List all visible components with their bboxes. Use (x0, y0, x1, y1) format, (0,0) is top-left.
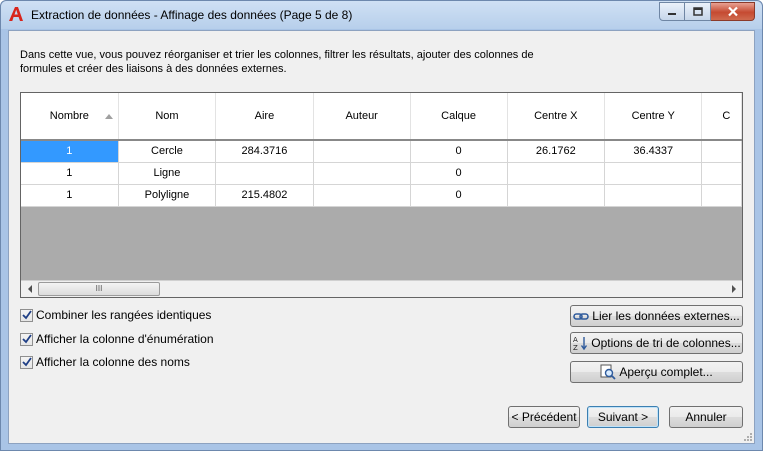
cell-layer[interactable]: 0 (410, 162, 508, 185)
column-header-centre-x[interactable]: Centre X (507, 93, 606, 141)
cell-name[interactable]: Polyligne (118, 184, 217, 207)
maximize-icon (692, 6, 703, 16)
checkbox-label: Afficher la colonne d'énumération (36, 332, 214, 346)
title-bar[interactable]: Extraction de données - Affinage des don… (1, 1, 762, 29)
header-row: Nombre Nom Aire Auteur Calque Centre X C… (21, 93, 742, 141)
dialog-body: Dans cette vue, vous pouvez réorganiser … (8, 30, 755, 444)
column-header-partial[interactable]: C (701, 93, 742, 141)
cell-author[interactable] (313, 139, 411, 163)
checkmark-icon (21, 357, 32, 367)
cancel-button[interactable]: Annuler (669, 406, 743, 428)
full-preview-button[interactable]: Aperçu complet... (570, 361, 743, 383)
checkbox-label: Afficher la colonne des noms (36, 355, 190, 369)
minimize-button[interactable] (659, 2, 685, 21)
option-show-count-column[interactable]: Afficher la colonne d'énumération (20, 331, 214, 347)
table-row[interactable]: 1 Ligne 0 (21, 162, 742, 185)
back-button[interactable]: < Précédent (508, 406, 580, 428)
link-data-icon (573, 313, 590, 320)
cell-center-y[interactable] (604, 162, 703, 185)
cell-center-x[interactable]: 26.1762 (507, 139, 606, 163)
maximize-button[interactable] (685, 2, 711, 21)
checkmark-icon (21, 334, 32, 344)
checkmark-icon (21, 310, 32, 320)
link-external-data-button[interactable]: Lier les données externes... (570, 305, 743, 327)
cell-author[interactable] (313, 162, 411, 185)
scroll-grip-icon: III (95, 284, 103, 293)
cell-extra[interactable] (701, 184, 742, 207)
cell-author[interactable] (313, 184, 411, 207)
cell-name[interactable]: Cercle (118, 139, 217, 163)
checkbox-show-count-column[interactable] (20, 332, 33, 346)
column-header-aire[interactable]: Aire (215, 93, 314, 141)
resize-grip-icon[interactable] (743, 432, 753, 442)
window-title: Extraction de données - Affinage des don… (31, 8, 353, 22)
column-header-calque[interactable]: Calque (410, 93, 508, 141)
cell-count[interactable]: 1 (21, 162, 119, 185)
page-description: Dans cette vue, vous pouvez réorganiser … (20, 49, 534, 75)
sort-az-icon: A Z (573, 336, 588, 351)
cell-area[interactable]: 215.4802 (215, 184, 314, 207)
autocad-a-icon (9, 7, 23, 21)
option-show-name-column[interactable]: Afficher la colonne des noms (20, 354, 190, 370)
horizontal-scrollbar[interactable]: III (21, 280, 742, 297)
checkbox-label: Combiner les rangées identiques (36, 308, 212, 322)
svg-text:Z: Z (573, 344, 578, 351)
scroll-thumb[interactable]: III (38, 282, 160, 296)
dialog-window: Extraction de données - Affinage des don… (0, 0, 763, 451)
table-row[interactable]: 1 Cercle 284.3716 0 26.1762 36.4337 (21, 139, 742, 163)
cell-count[interactable]: 1 (21, 139, 119, 163)
column-header-nombre[interactable]: Nombre (21, 93, 119, 141)
data-grid[interactable]: Nombre Nom Aire Auteur Calque Centre X C… (20, 92, 743, 298)
minimize-icon (668, 12, 676, 15)
svg-text:A: A (573, 336, 578, 344)
column-header-auteur[interactable]: Auteur (313, 93, 411, 141)
column-sort-options-button[interactable]: A Z Options de tri de colonnes... (570, 332, 743, 354)
window-controls (659, 2, 755, 21)
scroll-right-button[interactable] (725, 281, 742, 297)
column-header-centre-y[interactable]: Centre Y (604, 93, 703, 141)
cell-center-x[interactable] (507, 162, 606, 185)
cell-center-y[interactable] (604, 184, 703, 207)
chevron-right-icon (731, 285, 736, 293)
cell-center-y[interactable]: 36.4337 (604, 139, 703, 163)
close-button[interactable] (711, 2, 755, 21)
option-combine-rows[interactable]: Combiner les rangées identiques (20, 307, 211, 323)
cell-center-x[interactable] (507, 184, 606, 207)
next-button[interactable]: Suivant > (587, 406, 659, 428)
cell-name[interactable]: Ligne (118, 162, 217, 185)
column-header-nom[interactable]: Nom (118, 93, 217, 141)
chevron-left-icon (27, 285, 32, 293)
checkbox-show-name-column[interactable] (20, 355, 33, 369)
cell-extra[interactable] (701, 139, 742, 163)
cell-extra[interactable] (701, 162, 742, 185)
preview-magnifier-icon (600, 364, 616, 380)
cell-area[interactable]: 284.3716 (215, 139, 314, 163)
sort-ascending-icon (104, 114, 113, 119)
close-icon (727, 6, 738, 17)
scroll-left-button[interactable] (21, 281, 38, 297)
table-row[interactable]: 1 Polyligne 215.4802 0 (21, 184, 742, 207)
cell-layer[interactable]: 0 (410, 184, 508, 207)
cell-layer[interactable]: 0 (410, 139, 508, 163)
cell-count[interactable]: 1 (21, 184, 119, 207)
checkbox-combine-rows[interactable] (20, 308, 33, 322)
cell-area[interactable] (215, 162, 314, 185)
data-table: Nombre Nom Aire Auteur Calque Centre X C… (21, 93, 742, 207)
